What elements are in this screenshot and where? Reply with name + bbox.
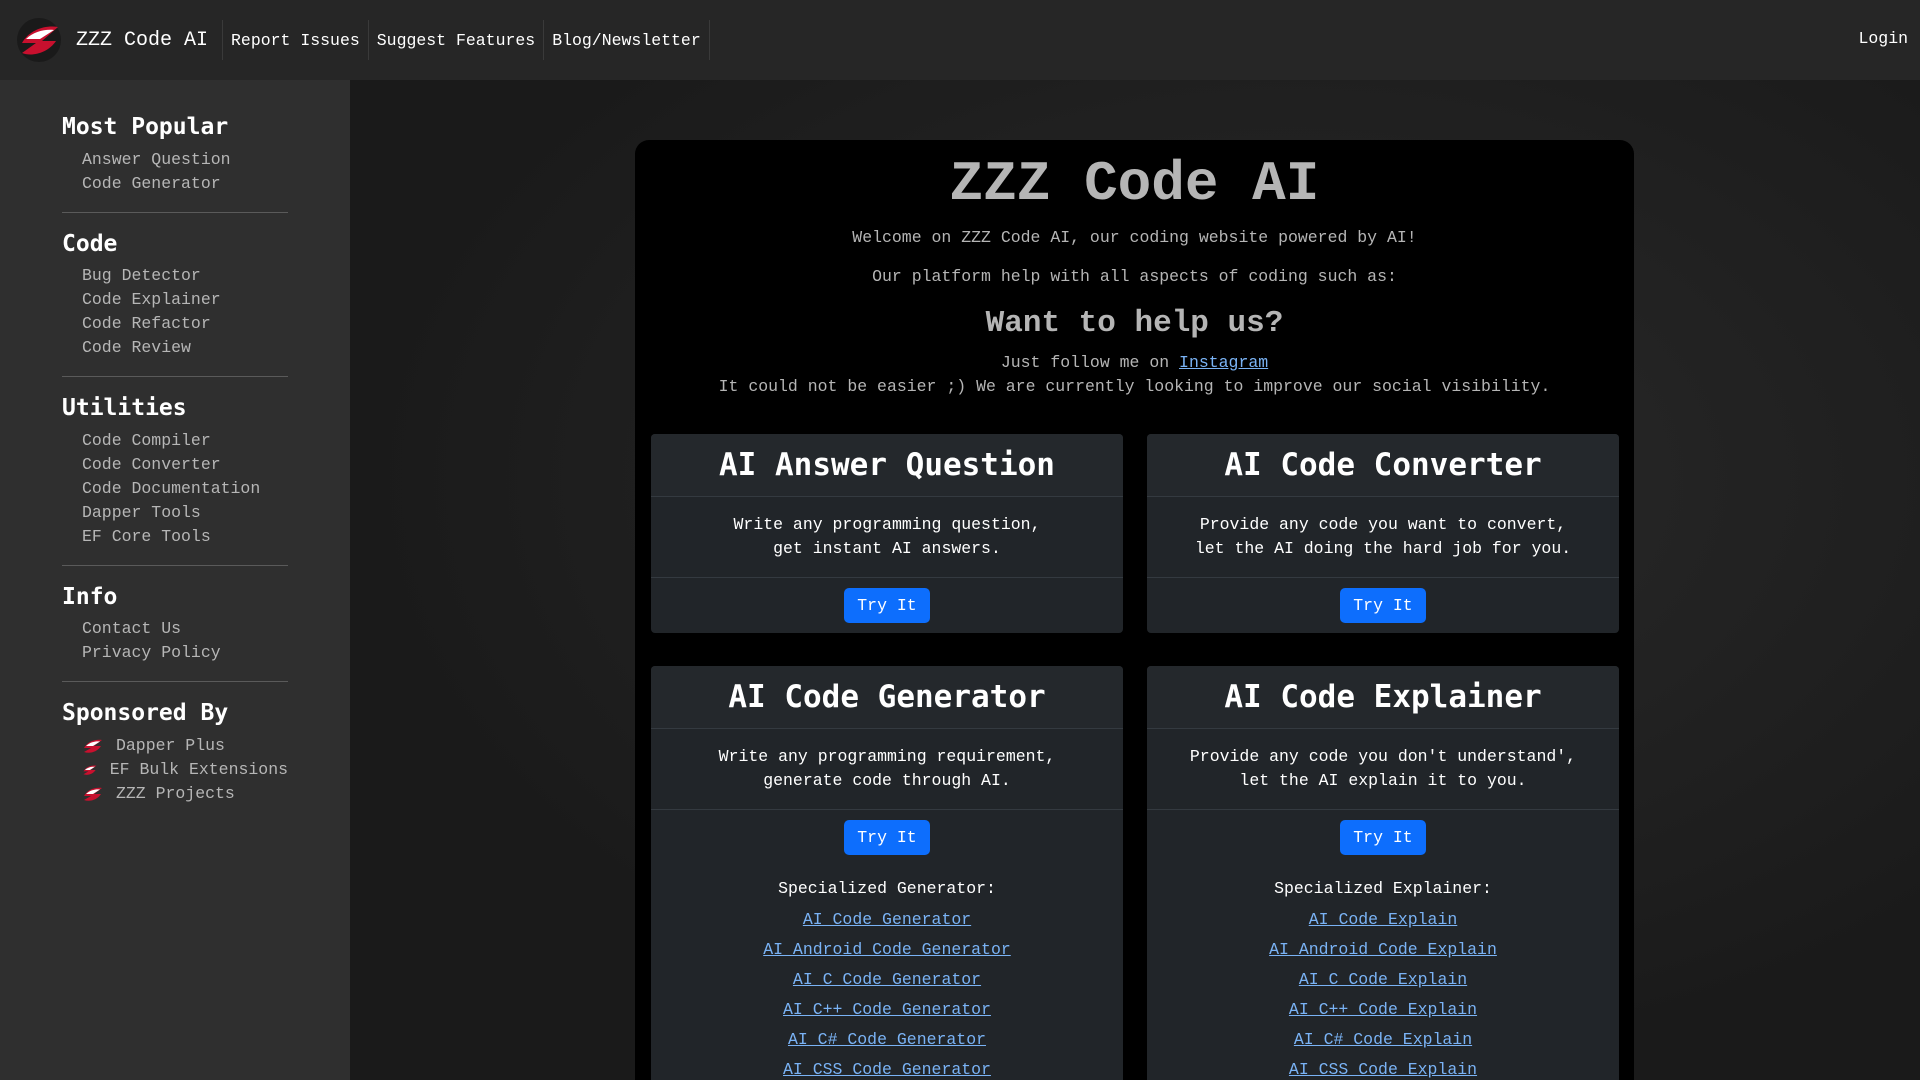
main-content: ZZZ Code AI Welcome on ZZZ Code AI, our … — [350, 80, 1920, 1080]
try-it-button[interactable]: Try It — [844, 820, 930, 855]
sidebar-item-code-review[interactable]: Code Review — [82, 336, 288, 360]
card-description: Provide any code you want to convert, le… — [1147, 497, 1619, 578]
card-code-generator: AI Code Generator Write any programming … — [651, 666, 1123, 1080]
specialized-title: Specialized Generator: — [778, 879, 996, 898]
sidebar-item-code-explainer[interactable]: Code Explainer — [82, 288, 288, 312]
sidebar-section-title: Most Popular — [62, 114, 229, 140]
try-it-button[interactable]: Try It — [1340, 820, 1426, 855]
nav-blog-newsletter[interactable]: Blog/Newsletter — [543, 20, 710, 60]
card-code-converter: AI Code Converter Provide any code you w… — [1147, 434, 1619, 633]
sidebar-item-ef-core-tools[interactable]: EF Core Tools — [82, 525, 288, 549]
sidebar-item-dapper-tools[interactable]: Dapper Tools — [82, 501, 288, 525]
sidebar-item-answer-question[interactable]: Answer Question — [82, 148, 288, 172]
card-description: Write any programming requirement, gener… — [651, 729, 1123, 810]
zzz-logo-icon — [83, 765, 97, 775]
card-code-explainer: AI Code Explainer Provide any code you d… — [1147, 666, 1619, 1080]
card-desc-line2: generate code through AI. — [763, 771, 1011, 790]
sidebar-section-most-popular: Most Popular Answer Question Code Genera… — [62, 114, 288, 213]
specialized-link[interactable]: AI Android Code Explain — [1269, 940, 1497, 959]
try-it-button[interactable]: Try It — [1340, 588, 1426, 623]
sidebar-item-privacy-policy[interactable]: Privacy Policy — [82, 641, 288, 665]
specialized-link[interactable]: AI CSS Code Generator — [783, 1060, 991, 1079]
nav-report-issues[interactable]: Report Issues — [222, 20, 368, 60]
sidebar: Most Popular Answer Question Code Genera… — [0, 80, 350, 1080]
sidebar-section-title: Sponsored By — [62, 700, 229, 727]
sidebar-divider — [62, 564, 288, 566]
hero-panel: ZZZ Code AI Welcome on ZZZ Code AI, our … — [635, 140, 1634, 1080]
zzz-logo-icon — [84, 787, 102, 801]
specialized-link[interactable]: AI C# Code Explain — [1294, 1030, 1472, 1049]
sidebar-section-title: Info — [62, 583, 118, 610]
platform-text: Our platform help with all aspects of co… — [872, 267, 1397, 286]
specialized-link[interactable]: AI C# Code Generator — [788, 1030, 986, 1049]
sidebar-section-code: Code Bug Detector Code Explainer Code Re… — [62, 231, 288, 378]
sidebar-divider — [62, 376, 288, 378]
specialized-link[interactable]: AI Android Code Generator — [763, 940, 1011, 959]
top-navbar: ZZZ Code AI Report Issues Suggest Featur… — [0, 0, 1920, 80]
specialized-generator: Specialized Generator: AI Code Generator… — [651, 865, 1123, 1080]
welcome-text: Welcome on ZZZ Code AI, our coding websi… — [852, 228, 1417, 247]
specialized-link[interactable]: AI Code Generator — [803, 910, 971, 929]
sidebar-section-info: Info Contact Us Privacy Policy — [62, 584, 288, 683]
help-title: Want to help us? — [985, 306, 1284, 341]
card-answer-question: AI Answer Question Write any programming… — [651, 434, 1123, 633]
card-title: AI Code Generator — [728, 679, 1046, 715]
sidebar-item-code-compiler[interactable]: Code Compiler — [82, 429, 288, 453]
sidebar-section-utilities: Utilities Code Compiler Code Converter C… — [62, 395, 288, 566]
sidebar-divider — [62, 211, 288, 213]
sponsor-zzz-projects[interactable]: ZZZ Projects — [82, 782, 288, 806]
sidebar-item-code-generator[interactable]: Code Generator — [82, 172, 288, 196]
card-desc-line1: Write any programming requirement, — [718, 747, 1056, 766]
specialized-link[interactable]: AI C Code Explain — [1299, 970, 1467, 989]
follow-prefix: Just follow me on — [1000, 353, 1180, 372]
specialized-link[interactable]: AI C++ Code Generator — [783, 1000, 991, 1019]
nav-links: Report Issues Suggest Features Blog/News… — [222, 20, 710, 60]
card-title: AI Code Converter — [1224, 447, 1542, 483]
card-desc-line2: get instant AI answers. — [773, 539, 1001, 558]
sidebar-section-title: Utilities — [62, 395, 187, 422]
nav-suggest-features[interactable]: Suggest Features — [367, 20, 543, 60]
specialized-link[interactable]: AI CSS Code Explain — [1289, 1060, 1477, 1079]
page-title: ZZZ Code AI — [949, 152, 1320, 216]
sidebar-item-code-converter[interactable]: Code Converter — [82, 453, 288, 477]
card-description: Provide any code you don't understand', … — [1147, 729, 1619, 810]
brand-name: ZZZ Code AI — [76, 28, 209, 52]
specialized-explainer: Specialized Explainer: AI Code Explain A… — [1147, 865, 1619, 1080]
sidebar-item-code-refactor[interactable]: Code Refactor — [82, 312, 288, 336]
card-desc-line2: let the AI explain it to you. — [1239, 771, 1527, 790]
follow-text: Just follow me on Instagram It could not… — [635, 351, 1634, 399]
card-desc-line1: Provide any code you want to convert, — [1199, 515, 1567, 534]
sidebar-divider — [62, 681, 288, 683]
specialized-link[interactable]: AI C Code Generator — [793, 970, 981, 989]
follow-line2: It could not be easier ;) We are current… — [718, 377, 1551, 396]
try-it-button[interactable]: Try It — [844, 588, 930, 623]
sponsor-ef-bulk-extensions[interactable]: EF Bulk Extensions — [82, 758, 288, 782]
card-title: AI Code Explainer — [1224, 679, 1542, 715]
specialized-link[interactable]: AI Code Explain — [1309, 910, 1458, 929]
card-title: AI Answer Question — [719, 447, 1055, 483]
specialized-link[interactable]: AI C++ Code Explain — [1289, 1000, 1477, 1019]
card-desc-line1: Write any programming question, — [733, 515, 1041, 534]
sponsor-dapper-plus[interactable]: Dapper Plus — [82, 734, 288, 758]
sponsor-label: ZZZ Projects — [116, 783, 235, 803]
sidebar-item-code-documentation[interactable]: Code Documentation — [82, 477, 288, 501]
sidebar-section-sponsored-by: Sponsored By Dapper Plus EF Bulk Extensi… — [62, 700, 288, 806]
brand[interactable]: ZZZ Code AI — [0, 0, 208, 80]
sidebar-section-title: Code — [62, 230, 118, 257]
card-desc-line1: Provide any code you don't understand', — [1189, 747, 1577, 766]
card-description: Write any programming question, get inst… — [651, 497, 1123, 578]
card-desc-line2: let the AI doing the hard job for you. — [1194, 539, 1572, 558]
zzz-logo-icon — [84, 739, 102, 753]
sidebar-item-bug-detector[interactable]: Bug Detector — [82, 264, 288, 288]
sponsor-label: Dapper Plus — [116, 735, 225, 755]
login-link[interactable]: Login — [1858, 29, 1908, 48]
sponsor-label: EF Bulk Extensions — [109, 759, 288, 779]
instagram-link[interactable]: Instagram — [1179, 353, 1268, 372]
specialized-title: Specialized Explainer: — [1274, 879, 1492, 898]
zzz-logo-icon — [17, 18, 61, 62]
sidebar-item-contact-us[interactable]: Contact Us — [82, 617, 288, 641]
